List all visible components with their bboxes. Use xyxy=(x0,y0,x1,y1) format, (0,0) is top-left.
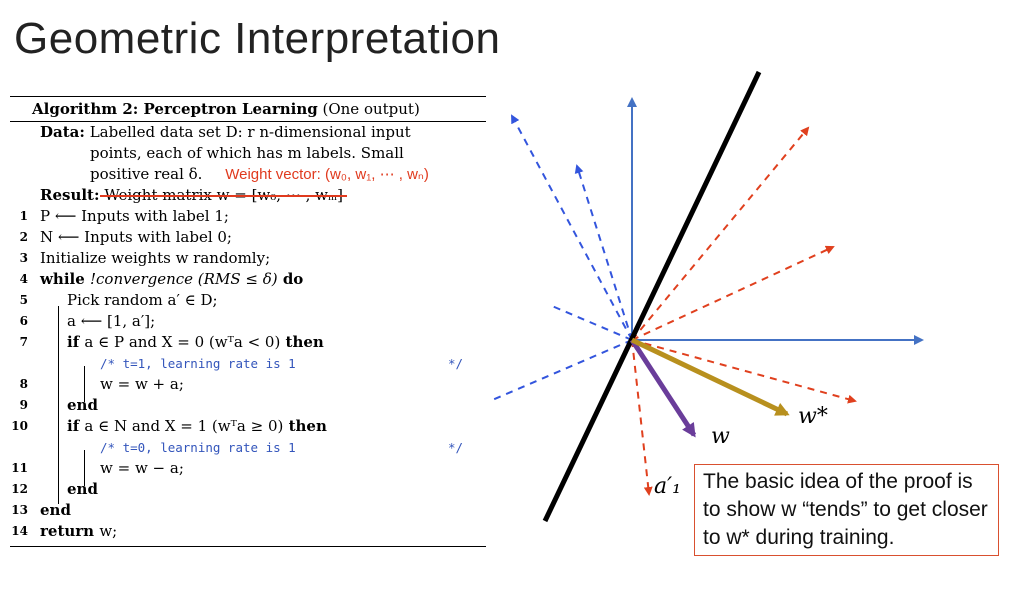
blue-dash-3 xyxy=(551,305,633,341)
proof-note-box: The basic idea of the proof is to show w… xyxy=(694,464,999,556)
label-w: w xyxy=(711,424,730,449)
label-a1-prime: a′₁ xyxy=(654,474,681,499)
label-wstar: w* xyxy=(798,404,828,429)
blue-dash-1 xyxy=(511,114,633,341)
red-dash-2 xyxy=(631,245,835,341)
blue-dash-2 xyxy=(574,164,633,341)
blue-dash-4 xyxy=(489,339,633,402)
red-dash-1 xyxy=(631,126,810,341)
